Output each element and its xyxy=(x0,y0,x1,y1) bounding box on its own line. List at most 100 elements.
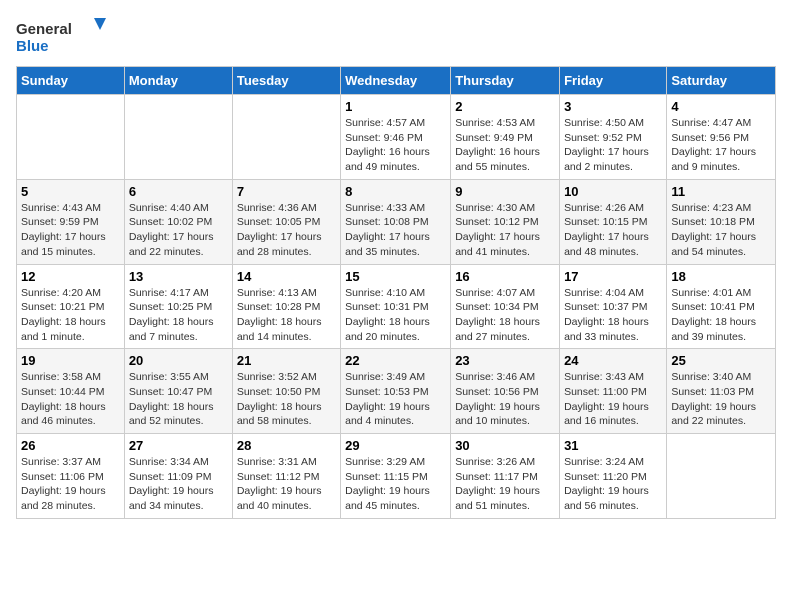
day-number: 17 xyxy=(564,269,662,284)
day-number: 21 xyxy=(237,353,336,368)
day-cell: 13 Sunrise: 4:17 AM Sunset: 10:25 PM Dayl… xyxy=(124,264,232,349)
day-header-thursday: Thursday xyxy=(451,67,560,95)
day-cell: 17 Sunrise: 4:04 AM Sunset: 10:37 PM Dayl… xyxy=(560,264,667,349)
day-cell: 30 Sunrise: 3:26 AM Sunset: 11:17 PM Dayl… xyxy=(451,434,560,519)
day-info: Sunrise: 4:43 AM Sunset: 9:59 PM Dayligh… xyxy=(21,201,120,260)
day-header-tuesday: Tuesday xyxy=(232,67,340,95)
day-info: Sunrise: 4:17 AM Sunset: 10:25 PM Daylig… xyxy=(129,286,228,345)
day-info: Sunrise: 4:40 AM Sunset: 10:02 PM Daylig… xyxy=(129,201,228,260)
header-area: General Blue xyxy=(16,16,776,56)
day-info: Sunrise: 3:55 AM Sunset: 10:47 PM Daylig… xyxy=(129,370,228,429)
day-info: Sunrise: 3:43 AM Sunset: 11:00 PM Daylig… xyxy=(564,370,662,429)
day-info: Sunrise: 4:36 AM Sunset: 10:05 PM Daylig… xyxy=(237,201,336,260)
week-row-2: 5Sunrise: 4:43 AM Sunset: 9:59 PM Daylig… xyxy=(17,179,776,264)
day-number: 27 xyxy=(129,438,228,453)
day-info: Sunrise: 4:04 AM Sunset: 10:37 PM Daylig… xyxy=(564,286,662,345)
day-number: 16 xyxy=(455,269,555,284)
day-cell: 1 Sunrise: 4:57 AM Sunset: 9:46 PM Daylig… xyxy=(341,95,451,180)
day-info: Sunrise: 4:23 AM Sunset: 10:18 PM Daylig… xyxy=(671,201,771,260)
day-info: Sunrise: 3:24 AM Sunset: 11:20 PM Daylig… xyxy=(564,455,662,514)
day-number: 26 xyxy=(21,438,120,453)
day-info: Sunrise: 4:01 AM Sunset: 10:41 PM Daylig… xyxy=(671,286,771,345)
day-cell: 22Sunrise: 3:49 AM Sunset: 10:53 PM Dayl… xyxy=(341,349,451,434)
day-number: 18 xyxy=(671,269,771,284)
day-info: Sunrise: 3:58 AM Sunset: 10:44 PM Daylig… xyxy=(21,370,120,429)
day-cell: 26 Sunrise: 3:37 AM Sunset: 11:06 PM Dayl… xyxy=(17,434,125,519)
day-cell: 20 Sunrise: 3:55 AM Sunset: 10:47 PM Dayl… xyxy=(124,349,232,434)
days-header-row: SundayMondayTuesdayWednesdayThursdayFrid… xyxy=(17,67,776,95)
day-number: 20 xyxy=(129,353,228,368)
day-info: Sunrise: 3:29 AM Sunset: 11:15 PM Daylig… xyxy=(345,455,446,514)
day-info: Sunrise: 3:52 AM Sunset: 10:50 PM Daylig… xyxy=(237,370,336,429)
day-number: 1 xyxy=(345,99,446,114)
day-cell xyxy=(667,434,776,519)
week-row-3: 12Sunrise: 4:20 AM Sunset: 10:21 PM Dayl… xyxy=(17,264,776,349)
day-number: 29 xyxy=(345,438,446,453)
day-cell: 7 Sunrise: 4:36 AM Sunset: 10:05 PM Dayli… xyxy=(232,179,340,264)
day-number: 25 xyxy=(671,353,771,368)
generalblue-logo-icon: General Blue xyxy=(16,16,106,56)
day-number: 3 xyxy=(564,99,662,114)
day-info: Sunrise: 3:34 AM Sunset: 11:09 PM Daylig… xyxy=(129,455,228,514)
day-info: Sunrise: 4:33 AM Sunset: 10:08 PM Daylig… xyxy=(345,201,446,260)
day-number: 7 xyxy=(237,184,336,199)
day-info: Sunrise: 4:30 AM Sunset: 10:12 PM Daylig… xyxy=(455,201,555,260)
day-number: 11 xyxy=(671,184,771,199)
day-info: Sunrise: 4:26 AM Sunset: 10:15 PM Daylig… xyxy=(564,201,662,260)
day-header-monday: Monday xyxy=(124,67,232,95)
day-number: 28 xyxy=(237,438,336,453)
day-cell: 6 Sunrise: 4:40 AM Sunset: 10:02 PM Dayli… xyxy=(124,179,232,264)
day-number: 8 xyxy=(345,184,446,199)
day-info: Sunrise: 4:13 AM Sunset: 10:28 PM Daylig… xyxy=(237,286,336,345)
day-number: 31 xyxy=(564,438,662,453)
day-number: 9 xyxy=(455,184,555,199)
day-info: Sunrise: 4:57 AM Sunset: 9:46 PM Dayligh… xyxy=(345,116,446,175)
day-cell: 27 Sunrise: 3:34 AM Sunset: 11:09 PM Dayl… xyxy=(124,434,232,519)
logo: General Blue xyxy=(16,16,106,56)
svg-text:General: General xyxy=(16,21,72,38)
day-number: 6 xyxy=(129,184,228,199)
day-info: Sunrise: 4:53 AM Sunset: 9:49 PM Dayligh… xyxy=(455,116,555,175)
day-number: 14 xyxy=(237,269,336,284)
day-info: Sunrise: 3:40 AM Sunset: 11:03 PM Daylig… xyxy=(671,370,771,429)
week-row-5: 26 Sunrise: 3:37 AM Sunset: 11:06 PM Dayl… xyxy=(17,434,776,519)
day-cell: 3 Sunrise: 4:50 AM Sunset: 9:52 PM Daylig… xyxy=(560,95,667,180)
day-cell: 4 Sunrise: 4:47 AM Sunset: 9:56 PM Daylig… xyxy=(667,95,776,180)
day-info: Sunrise: 3:37 AM Sunset: 11:06 PM Daylig… xyxy=(21,455,120,514)
day-info: Sunrise: 4:47 AM Sunset: 9:56 PM Dayligh… xyxy=(671,116,771,175)
day-number: 12 xyxy=(21,269,120,284)
day-info: Sunrise: 3:46 AM Sunset: 10:56 PM Daylig… xyxy=(455,370,555,429)
day-cell xyxy=(232,95,340,180)
day-number: 19 xyxy=(21,353,120,368)
day-number: 15 xyxy=(345,269,446,284)
svg-text:Blue: Blue xyxy=(16,38,49,55)
day-number: 4 xyxy=(671,99,771,114)
day-cell: 18 Sunrise: 4:01 AM Sunset: 10:41 PM Dayl… xyxy=(667,264,776,349)
day-info: Sunrise: 4:07 AM Sunset: 10:34 PM Daylig… xyxy=(455,286,555,345)
day-cell: 5Sunrise: 4:43 AM Sunset: 9:59 PM Daylig… xyxy=(17,179,125,264)
day-number: 2 xyxy=(455,99,555,114)
day-cell: 15 Sunrise: 4:10 AM Sunset: 10:31 PM Dayl… xyxy=(341,264,451,349)
day-number: 22 xyxy=(345,353,446,368)
day-cell: 28Sunrise: 3:31 AM Sunset: 11:12 PM Dayl… xyxy=(232,434,340,519)
day-cell: 23 Sunrise: 3:46 AM Sunset: 10:56 PM Dayl… xyxy=(451,349,560,434)
day-number: 13 xyxy=(129,269,228,284)
day-info: Sunrise: 4:50 AM Sunset: 9:52 PM Dayligh… xyxy=(564,116,662,175)
day-cell xyxy=(17,95,125,180)
week-row-1: 1 Sunrise: 4:57 AM Sunset: 9:46 PM Daylig… xyxy=(17,95,776,180)
day-cell: 9 Sunrise: 4:30 AM Sunset: 10:12 PM Dayli… xyxy=(451,179,560,264)
day-cell: 14 Sunrise: 4:13 AM Sunset: 10:28 PM Dayl… xyxy=(232,264,340,349)
day-number: 24 xyxy=(564,353,662,368)
day-cell: 8 Sunrise: 4:33 AM Sunset: 10:08 PM Dayli… xyxy=(341,179,451,264)
calendar-table: SundayMondayTuesdayWednesdayThursdayFrid… xyxy=(16,66,776,519)
day-info: Sunrise: 3:26 AM Sunset: 11:17 PM Daylig… xyxy=(455,455,555,514)
day-info: Sunrise: 4:10 AM Sunset: 10:31 PM Daylig… xyxy=(345,286,446,345)
week-row-4: 19 Sunrise: 3:58 AM Sunset: 10:44 PM Dayl… xyxy=(17,349,776,434)
day-number: 23 xyxy=(455,353,555,368)
day-cell: 29 Sunrise: 3:29 AM Sunset: 11:15 PM Dayl… xyxy=(341,434,451,519)
day-number: 30 xyxy=(455,438,555,453)
day-cell: 25 Sunrise: 3:40 AM Sunset: 11:03 PM Dayl… xyxy=(667,349,776,434)
day-header-friday: Friday xyxy=(560,67,667,95)
day-cell xyxy=(124,95,232,180)
day-header-saturday: Saturday xyxy=(667,67,776,95)
